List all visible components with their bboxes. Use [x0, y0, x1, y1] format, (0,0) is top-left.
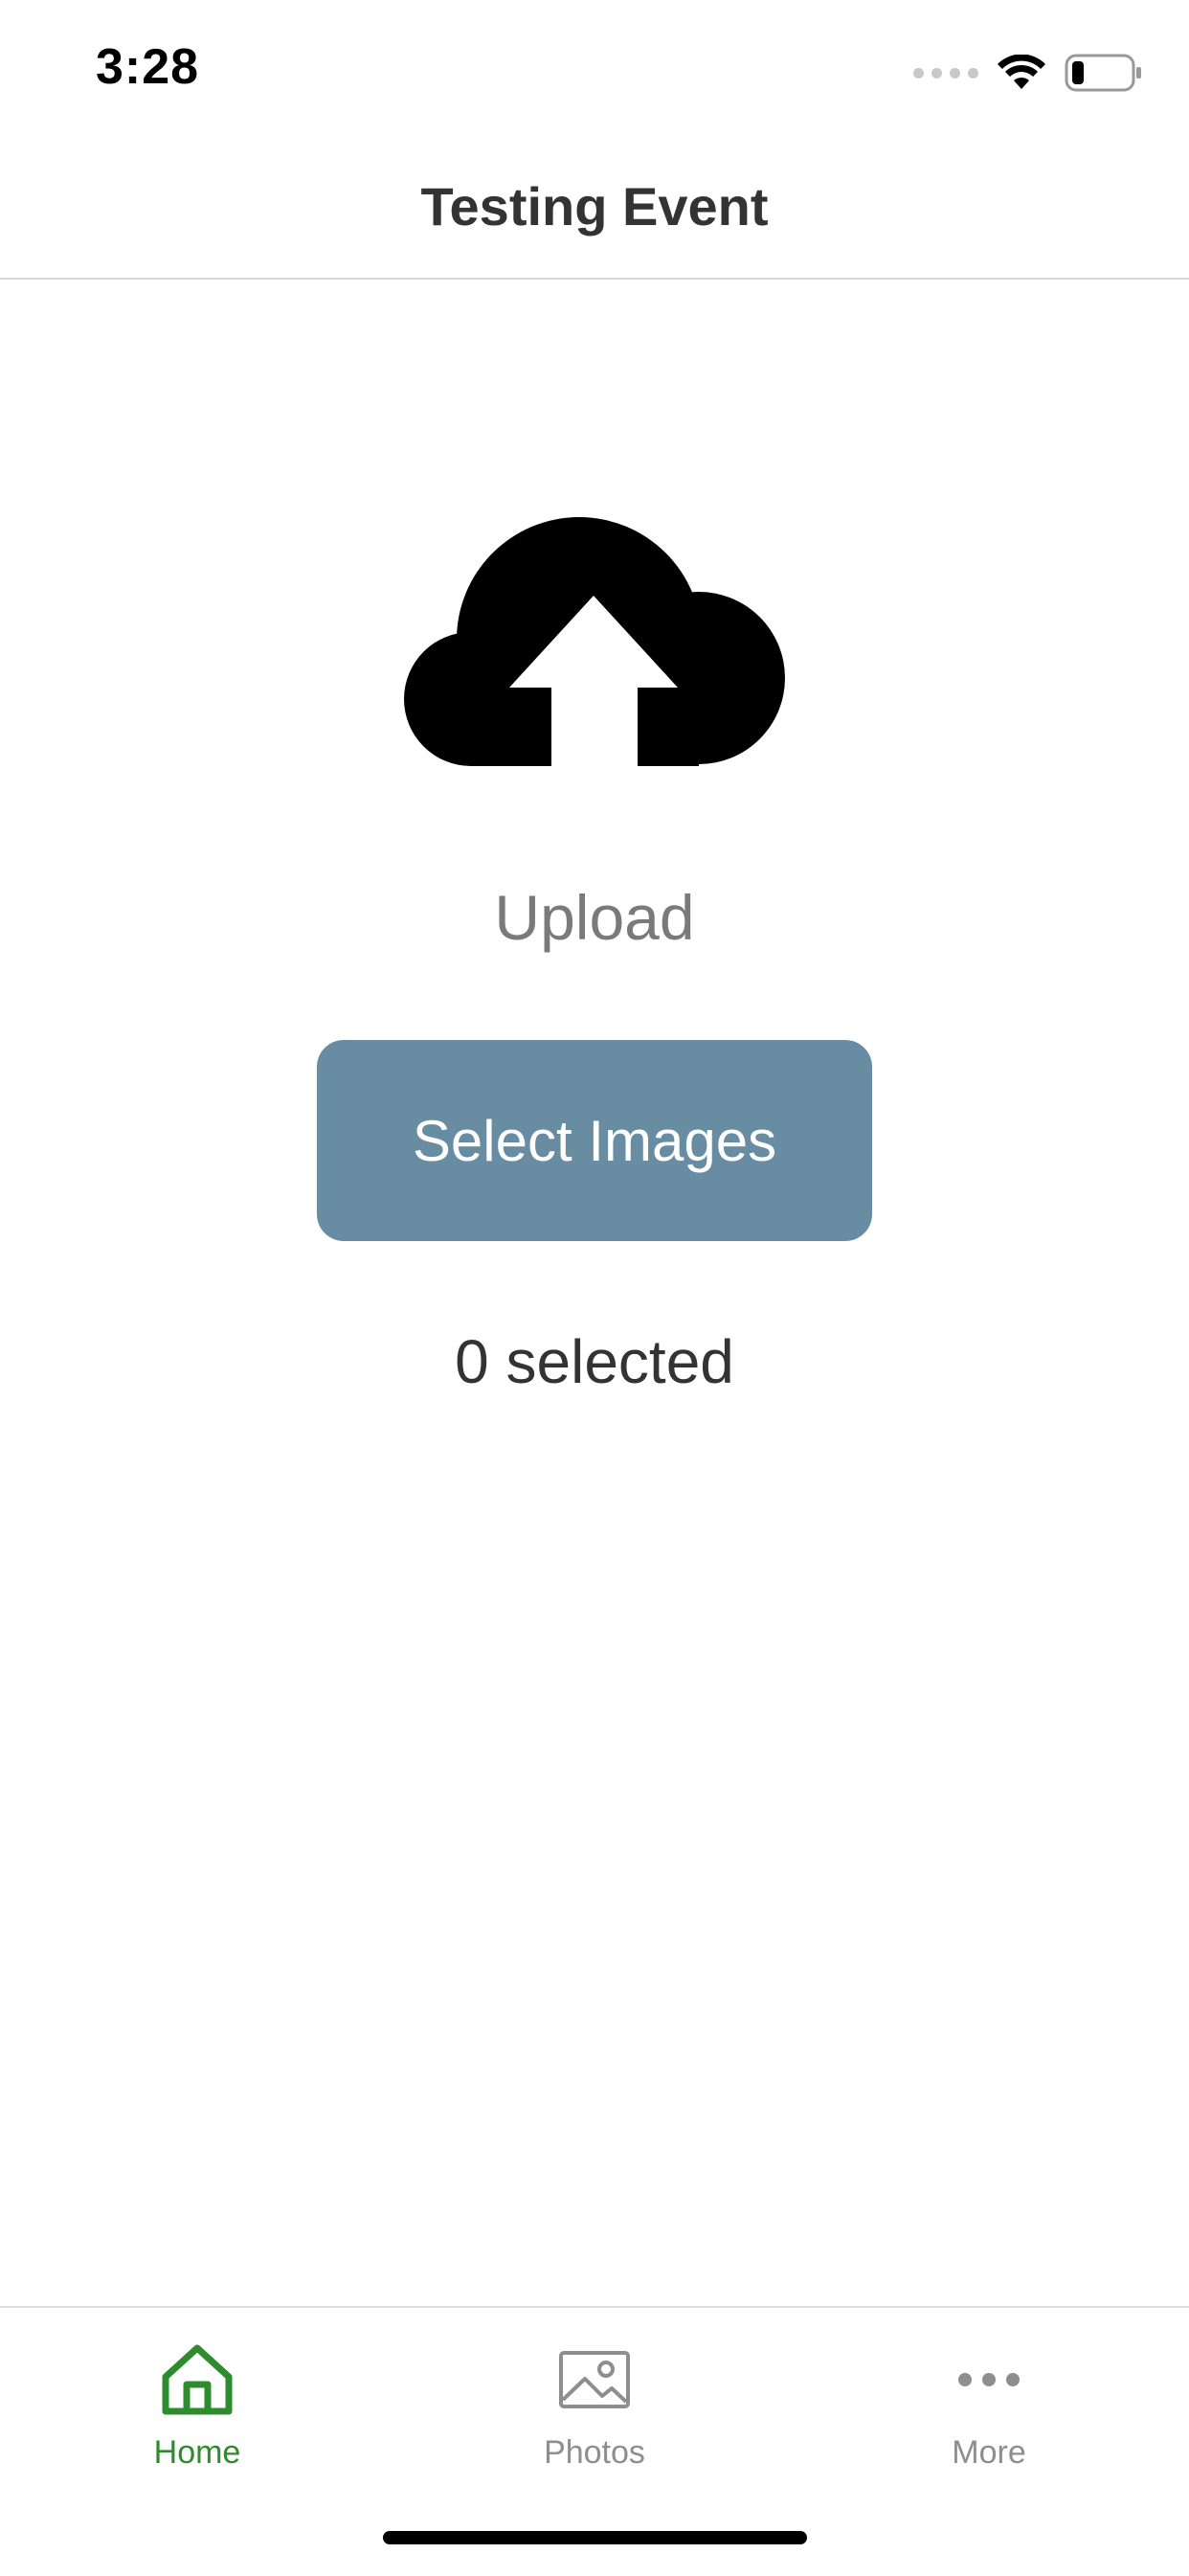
upload-heading: Upload: [494, 882, 695, 953]
select-images-label: Select Images: [412, 1108, 777, 1173]
tab-photos[interactable]: Photos: [451, 2337, 738, 2490]
select-images-button[interactable]: Select Images: [317, 1040, 872, 1241]
wifi-icon: [998, 55, 1045, 89]
status-bar: 3:28: [0, 0, 1189, 144]
tab-more-label: More: [952, 2434, 1026, 2471]
selected-count: 0 selected: [455, 1327, 734, 1396]
status-indicators: [913, 50, 1143, 96]
tab-more[interactable]: More: [845, 2337, 1133, 2490]
home-indicator[interactable]: [383, 2531, 807, 2544]
battery-icon: [1065, 54, 1141, 92]
tab-photos-label: Photos: [544, 2434, 645, 2471]
more-dots-icon: [946, 2337, 1032, 2423]
page-title: Testing Event: [420, 175, 769, 237]
nav-header: Testing Event: [0, 144, 1189, 280]
cloud-upload-icon: [404, 517, 785, 768]
image-icon: [551, 2337, 638, 2423]
cellular-signal-icon: [913, 67, 978, 79]
tab-home[interactable]: Home: [54, 2337, 341, 2490]
home-icon: [154, 2337, 240, 2423]
status-time: 3:28: [96, 39, 200, 95]
tab-home-label: Home: [153, 2434, 241, 2471]
